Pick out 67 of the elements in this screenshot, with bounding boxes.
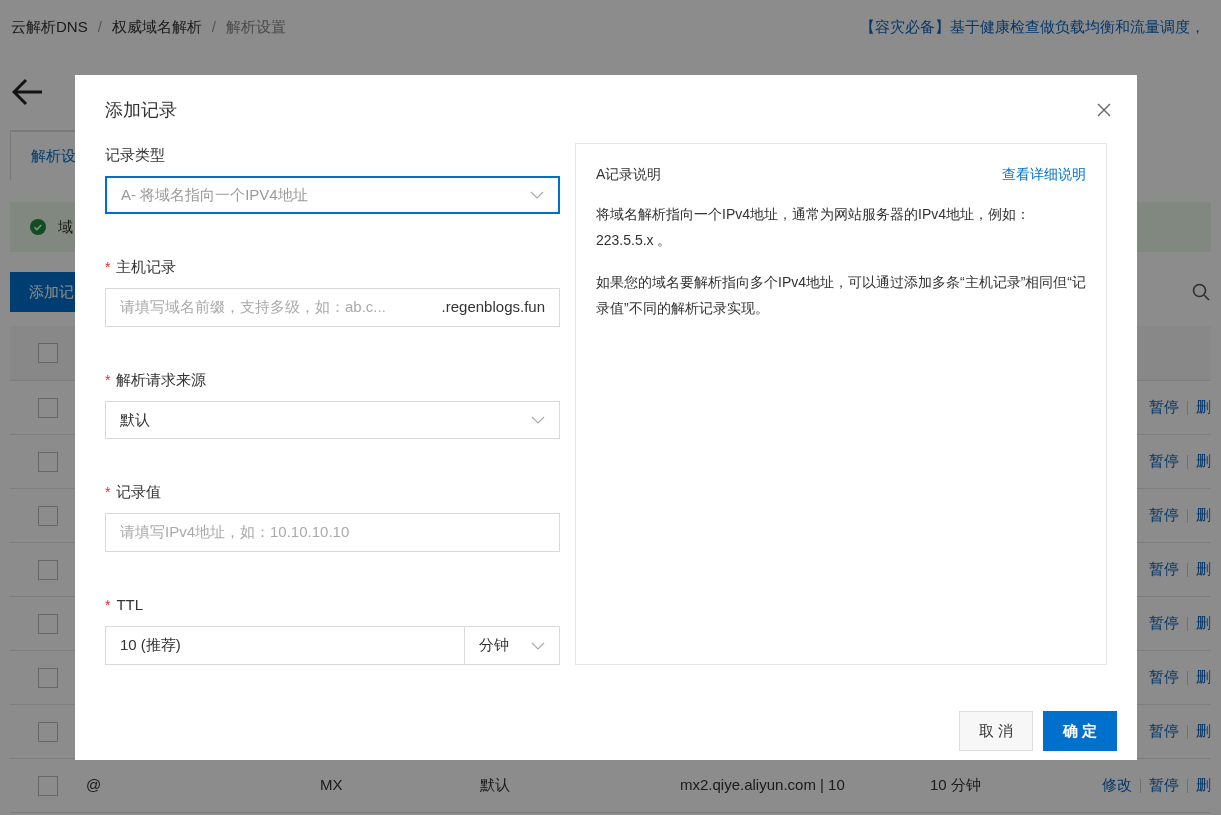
checkbox[interactable] (38, 721, 58, 742)
action-link[interactable]: 删 (1196, 666, 1211, 689)
action-link[interactable]: 删 (1196, 612, 1211, 635)
action-link[interactable]: 删 (1196, 558, 1211, 581)
alert-text: 域 (58, 216, 73, 237)
dropdown[interactable]: A- 将域名指向一个IPV4地址 (105, 176, 560, 214)
input-field[interactable]: 请填写域名前缀，支持多级，如：ab.c... .regenblogs.fun (105, 288, 560, 327)
chevron-down-icon (531, 641, 545, 650)
checkbox[interactable] (38, 343, 58, 363)
back-arrow-icon[interactable] (12, 78, 44, 106)
table-cell-text: @ (86, 775, 103, 796)
breadcrumb-item[interactable]: 权威域名解析 (111, 15, 202, 39)
checkbox[interactable] (38, 397, 58, 418)
cancel-button[interactable]: 取 消 (959, 711, 1033, 751)
action-link[interactable]: 暂停 (1149, 504, 1179, 527)
dropdown[interactable]: 默认 (105, 401, 560, 439)
domain-suffix: .regenblogs.fun (441, 297, 545, 318)
chevron-down-icon (531, 416, 545, 424)
placeholder-text: 请填写IPv4地址，如：10.10.10.10 (120, 522, 350, 543)
checkbox[interactable] (38, 667, 58, 688)
table-cell-text: MX (320, 775, 344, 796)
action-link[interactable]: 暂停 (1149, 558, 1179, 581)
input-field[interactable]: 请填写IPv4地址，如：10.10.10.10 (105, 513, 560, 552)
field-label: 解析请求来源 (116, 369, 207, 390)
close-icon[interactable] (1097, 103, 1111, 117)
action-link[interactable]: 删 (1196, 504, 1211, 527)
required-asterisk: * (105, 595, 111, 615)
field-label: TTL (116, 594, 144, 615)
required-asterisk: * (105, 482, 111, 502)
check-circle-icon (30, 219, 46, 235)
checkbox[interactable] (38, 559, 58, 580)
info-paragraph: 如果您的域名要解析指向多个IPv4地址，可以通过添加多条“主机记录”相同但“记录值”不同的解析记录实现。 (596, 273, 1086, 318)
action-link[interactable]: 暂停 (1149, 396, 1179, 419)
action-link[interactable]: 暂停 (1149, 450, 1179, 473)
field-label: 记录值 (116, 481, 162, 502)
action-link[interactable]: 删 (1196, 450, 1211, 473)
action-link[interactable]: 暂停 (1149, 612, 1179, 635)
dropdown[interactable]: 分钟 (465, 626, 560, 665)
action-link[interactable]: 暂停 (1149, 666, 1179, 689)
action-link[interactable]: 暂停 (1149, 720, 1179, 743)
breadcrumb-item[interactable]: 云解析DNS (11, 15, 88, 39)
required-asterisk: * (105, 370, 111, 390)
checkbox[interactable] (38, 613, 58, 634)
promo-banner-link[interactable]: 【容灾必备】基于健康检查做负载均衡和流量调度， (860, 15, 1205, 39)
info-paragraph: 将域名解析指向一个IPv4地址，通常为网站服务器的IPv4地址，例如：223.5.5.x 。 (596, 205, 1032, 250)
action-link[interactable]: 删 (1196, 396, 1211, 419)
action-link[interactable]: 修改 (1102, 774, 1132, 797)
table-cell-text: 默认 (480, 775, 511, 796)
details-link[interactable]: 查看详细说明 (1002, 164, 1086, 185)
breadcrumb-separator: / (211, 16, 216, 37)
checkbox[interactable] (38, 775, 58, 796)
info-title: A记录说明 (596, 165, 662, 184)
table-cell-text: 10 分钟 (930, 775, 982, 796)
dialog-title: 添加记录 (105, 98, 177, 122)
breadcrumb-separator: / (97, 16, 102, 37)
breadcrumb-item: 解析设置 (226, 16, 286, 37)
table-cell-text: mx2.qiye.aliyun.com | 10 (680, 775, 846, 796)
action-link[interactable]: 暂停 (1149, 774, 1179, 797)
input-field[interactable]: 10 (推荐) (105, 626, 465, 665)
chevron-down-icon (530, 191, 544, 199)
checkbox[interactable] (38, 505, 58, 526)
confirm-button[interactable]: 确 定 (1043, 711, 1117, 751)
action-link[interactable]: 删 (1196, 720, 1211, 743)
action-link[interactable]: 删 (1196, 774, 1211, 797)
checkbox[interactable] (38, 451, 58, 472)
search-icon[interactable] (1192, 283, 1210, 301)
placeholder-text: 请填写域名前缀，支持多级，如：ab.c... (120, 297, 386, 318)
